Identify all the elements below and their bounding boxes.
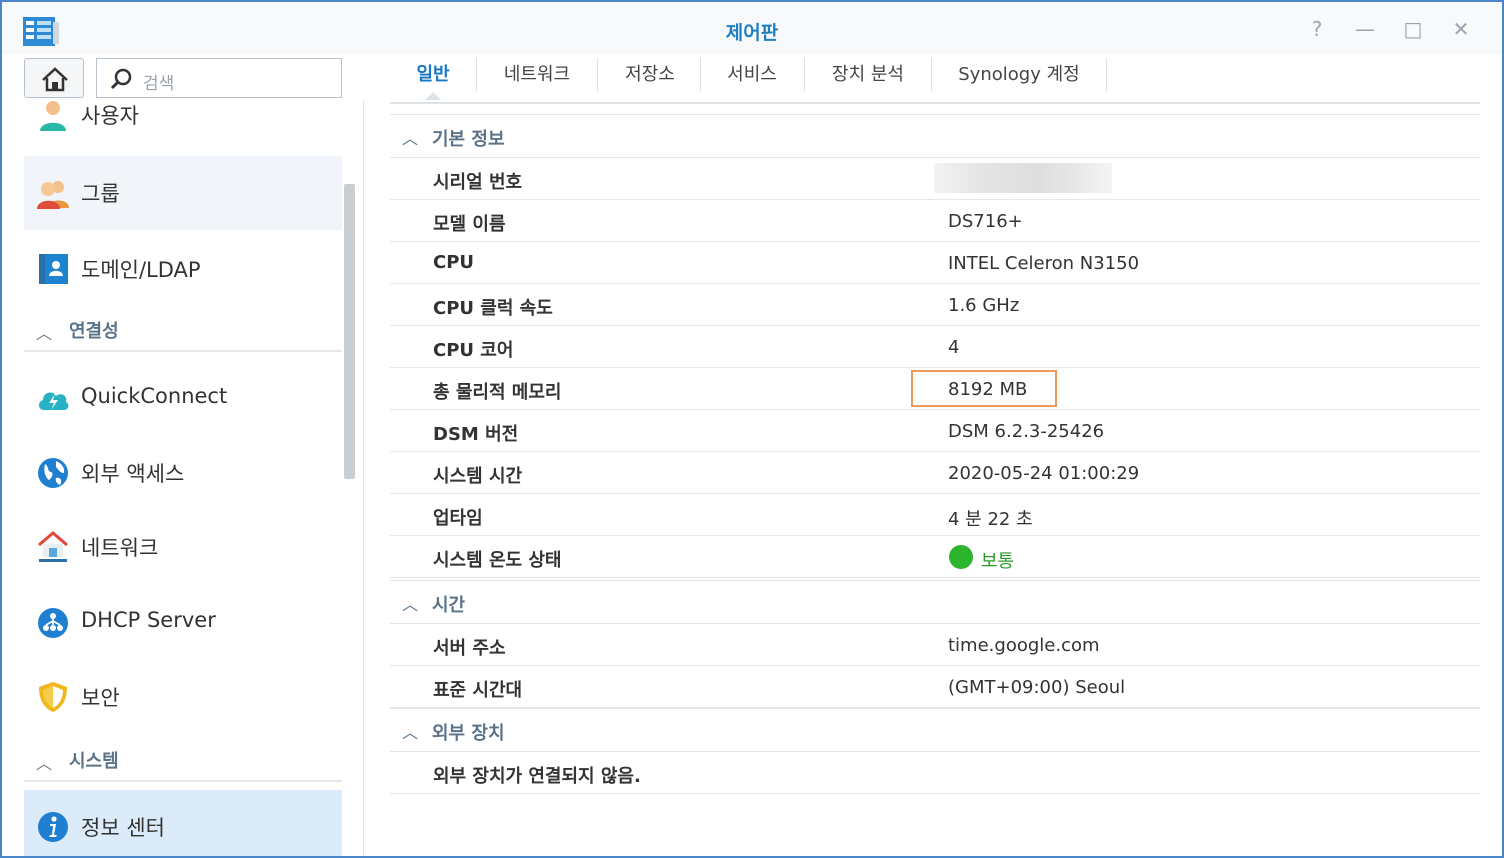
chevron-up-icon: ︿ — [402, 129, 419, 148]
section-connectivity[interactable]: ︿ 연결성 — [24, 310, 342, 352]
tab-services[interactable]: 서비스 — [712, 62, 792, 100]
sidebar-item-info-center[interactable]: 정보 센터 — [24, 790, 342, 856]
chevron-up-icon: ︿ — [36, 754, 53, 773]
tab-bar: 일반 네트워크 저장소 서비스 장치 분석 Synology 계정 — [390, 54, 1480, 104]
shield-icon — [39, 682, 67, 712]
status-ok-icon — [949, 545, 973, 569]
help-button[interactable]: ? — [1306, 18, 1328, 40]
row-uptime: 업타임 4 분 22 초 — [390, 494, 1480, 536]
sidebar: 사용자 그룹 도메인/LDAP ︿ 연결성 QuickConnect 외부 액세… — [2, 100, 364, 856]
titlebar: 제어판 ? — □ ✕ — [2, 2, 1502, 54]
chevron-up-icon: ︿ — [402, 595, 419, 614]
section-time[interactable]: ︿ 시간 — [390, 580, 1480, 624]
sidebar-item-external-access[interactable]: 외부 액세스 — [24, 436, 342, 510]
row-server-address: 서버 주소 time.google.com — [390, 624, 1480, 666]
tab-network[interactable]: 네트워크 — [486, 62, 588, 100]
row-model-name: 모델 이름 DS716+ — [390, 200, 1480, 242]
active-tab-indicator — [425, 92, 441, 100]
window-title: 제어판 — [725, 22, 779, 44]
search-placeholder: 검색 — [143, 74, 175, 94]
sidebar-scrollbar[interactable] — [344, 184, 355, 479]
sidebar-item-dhcp-server[interactable]: DHCP Server — [24, 586, 342, 660]
quickconnect-icon — [38, 392, 69, 410]
sidebar-item-network[interactable]: 네트워크 — [24, 510, 342, 584]
row-system-time: 시스템 시간 2020-05-24 01:00:29 — [390, 452, 1480, 494]
row-cpu: CPU INTEL Celeron N3150 — [390, 242, 1480, 284]
globe-icon — [38, 458, 68, 488]
sidebar-item-quickconnect[interactable]: QuickConnect — [24, 362, 342, 436]
network-house-icon — [38, 531, 68, 562]
group-icon — [37, 181, 69, 209]
section-system[interactable]: ︿ 시스템 — [24, 740, 342, 782]
serial-number-redacted — [934, 163, 1112, 193]
info-icon — [38, 812, 68, 842]
row-cpu-clock: CPU 클럭 속도 1.6 GHz — [390, 284, 1480, 326]
home-icon — [42, 67, 68, 92]
close-button[interactable]: ✕ — [1450, 18, 1472, 40]
section-basic-info[interactable]: ︿ 기본 정보 — [390, 114, 1480, 158]
chevron-up-icon: ︿ — [36, 324, 53, 343]
chevron-up-icon: ︿ — [402, 723, 419, 742]
thermal-status-value: 보통 — [981, 551, 1015, 572]
minimize-button[interactable]: — — [1354, 18, 1376, 40]
section-external-devices[interactable]: ︿ 외부 장치 — [390, 708, 1480, 752]
row-thermal-status: 시스템 온도 상태 보통 — [390, 536, 1480, 578]
control-panel-window: 제어판 ? — □ ✕ 검색 사용자 그룹 도메인/LDAP ︿ 연결성 Qui… — [0, 0, 1504, 858]
sidebar-item-user[interactable]: 사용자 — [24, 100, 342, 152]
sidebar-item-security[interactable]: 보안 — [24, 660, 342, 734]
home-button[interactable] — [24, 58, 84, 98]
tab-device-analytics[interactable]: 장치 분석 — [816, 62, 920, 100]
row-no-external-devices: 외부 장치가 연결되지 않음. — [390, 752, 1480, 794]
row-time-zone: 표준 시간대 (GMT+09:00) Seoul — [390, 666, 1480, 708]
tab-synology-account[interactable]: Synology 계정 — [942, 62, 1096, 100]
row-dsm-version: DSM 버전 DSM 6.2.3-25426 — [390, 410, 1480, 452]
search-input[interactable]: 검색 — [96, 58, 342, 98]
search-icon — [110, 68, 132, 90]
domain-ldap-icon — [39, 254, 68, 284]
row-physical-memory: 총 물리적 메모리 8192 MB — [390, 368, 1480, 410]
sidebar-item-domain-ldap[interactable]: 도메인/LDAP — [24, 232, 342, 306]
row-cpu-cores: CPU 코어 4 — [390, 326, 1480, 368]
tab-storage[interactable]: 저장소 — [610, 62, 690, 100]
dhcp-icon — [38, 608, 68, 638]
maximize-button[interactable]: □ — [1402, 18, 1424, 40]
user-icon — [40, 101, 66, 131]
sidebar-item-group[interactable]: 그룹 — [24, 156, 342, 230]
row-serial-number: 시리얼 번호 — [390, 158, 1480, 200]
